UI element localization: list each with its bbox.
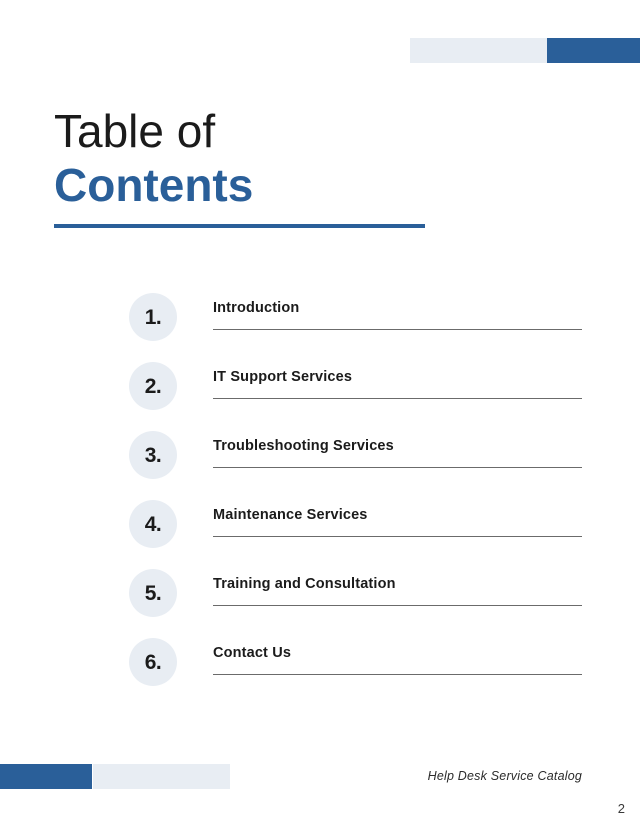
toc-item-rule — [213, 329, 582, 331]
toc-item-rule — [213, 467, 582, 469]
page-number: 2 — [617, 801, 625, 816]
table-of-contents: 1. Introduction 2. IT Support Services 3… — [0, 286, 640, 700]
footer-accent-bar-blue — [0, 764, 92, 789]
toc-number-label: 5. — [144, 581, 162, 605]
toc-number-label: 2. — [144, 374, 162, 398]
toc-entry-4[interactable]: 4. Maintenance Services — [0, 493, 640, 562]
toc-item-label: Training and Consultation — [213, 576, 396, 592]
toc-item-label: Introduction — [213, 300, 300, 316]
toc-item-rule — [213, 536, 582, 538]
toc-number-badge: 4. — [129, 500, 177, 548]
page-title-line-2: Contents — [54, 159, 254, 211]
toc-item-label: Troubleshooting Services — [213, 438, 394, 454]
toc-entry-body: Troubleshooting Services — [213, 438, 582, 469]
page-title: Table of Contents — [54, 108, 434, 212]
toc-item-label: Contact Us — [213, 645, 292, 661]
header-accent-bar-light — [410, 38, 547, 63]
toc-number-badge: 2. — [129, 362, 177, 410]
toc-item-rule — [213, 674, 582, 676]
toc-number-badge: 5. — [129, 569, 177, 617]
toc-entry-body: Maintenance Services — [213, 507, 582, 538]
page-title-line-1: Table of — [54, 105, 216, 157]
toc-entry-body: Introduction — [213, 300, 582, 331]
toc-number-badge: 6. — [129, 638, 177, 686]
page-canvas: Table of Contents 1. Introduction 2. IT … — [0, 0, 640, 828]
toc-entry-5[interactable]: 5. Training and Consultation — [0, 562, 640, 631]
toc-item-label: IT Support Services — [213, 369, 353, 385]
header-accent-bar-blue — [547, 38, 640, 63]
toc-entry-1[interactable]: 1. Introduction — [0, 286, 640, 355]
toc-number-badge: 1. — [129, 293, 177, 341]
toc-number-label: 6. — [144, 650, 162, 674]
toc-entry-3[interactable]: 3. Troubleshooting Services — [0, 424, 640, 493]
footer-caption: Help Desk Service Catalog — [427, 769, 582, 783]
toc-item-label: Maintenance Services — [213, 507, 368, 523]
toc-number-label: 3. — [144, 443, 162, 467]
toc-entry-body: IT Support Services — [213, 369, 582, 400]
toc-entry-body: Training and Consultation — [213, 576, 582, 607]
toc-number-label: 4. — [144, 512, 162, 536]
toc-entry-body: Contact Us — [213, 645, 582, 676]
toc-item-rule — [213, 605, 582, 607]
toc-item-rule — [213, 398, 582, 400]
footer-accent-bar-light — [93, 764, 230, 789]
title-underline-rule — [54, 224, 425, 228]
toc-number-badge: 3. — [129, 431, 177, 479]
toc-entry-2[interactable]: 2. IT Support Services — [0, 355, 640, 424]
toc-entry-6[interactable]: 6. Contact Us — [0, 631, 640, 700]
toc-number-label: 1. — [144, 305, 162, 329]
